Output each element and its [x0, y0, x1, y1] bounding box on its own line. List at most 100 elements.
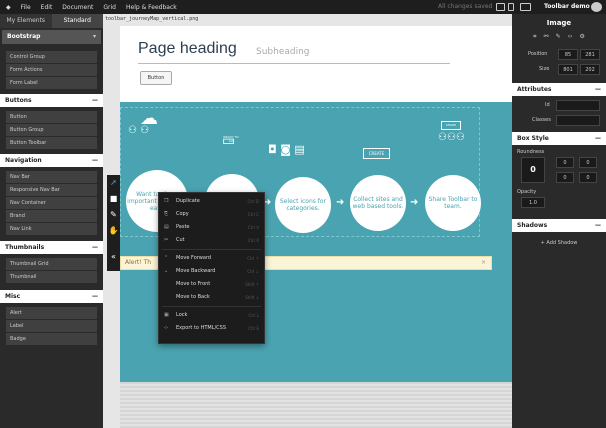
opacity-label: Opacity	[517, 189, 537, 195]
settings-icon[interactable]: ⚙	[579, 33, 584, 41]
menu-help[interactable]: Help & Feedback	[126, 4, 177, 11]
menu-item-cut[interactable]: ✂ Cut Ctrl X	[159, 234, 264, 247]
list-item[interactable]: Form Label	[6, 77, 97, 89]
menu-item-duplicate[interactable]: ❐ Duplicate Ctrl D	[159, 195, 264, 208]
list-item[interactable]: Badge	[6, 333, 97, 345]
code-icon[interactable]: ‹›	[568, 33, 573, 41]
menu-item-move-forward[interactable]: ⌃ Move Forward Ctrl ↑	[159, 252, 264, 265]
menu-item-copy[interactable]: ⎘ Copy Ctrl C	[159, 208, 264, 221]
desktop-view-icon[interactable]	[496, 3, 505, 11]
alert-text: Alert! Th	[125, 259, 152, 266]
list-item[interactable]: Form Actions	[6, 64, 97, 76]
list-item[interactable]: Control Group	[6, 51, 97, 63]
create-badge: CREATE	[363, 148, 390, 159]
list-item[interactable]: Label	[6, 320, 97, 332]
list-item[interactable]: Nav Container	[6, 197, 97, 209]
collapse-icon[interactable]: —	[595, 132, 601, 145]
id-field[interactable]	[556, 100, 600, 111]
list-item[interactable]: Button Group	[6, 124, 97, 136]
section-navigation[interactable]: Navigation —	[0, 154, 103, 167]
list-item[interactable]: Brand	[6, 210, 97, 222]
list-item[interactable]: Nav Bar	[6, 171, 97, 183]
tab-standard[interactable]: Standard	[51, 14, 103, 28]
id-label: Id	[545, 102, 550, 108]
tablet-view-icon[interactable]	[508, 3, 514, 11]
monitor-view-icon[interactable]	[520, 3, 531, 11]
box-style-header[interactable]: Box Style —	[512, 132, 606, 145]
shortcut: Ctrl ↓	[247, 269, 259, 274]
move-backward-icon: ⌄	[164, 268, 169, 274]
menu-item-move-backward[interactable]: ⌄ Move Backward Ctrl ↓	[159, 265, 264, 278]
corner-field[interactable]: 0	[579, 157, 597, 168]
crop-icon[interactable]: ⌗	[533, 33, 536, 41]
collapse-icon[interactable]: —	[595, 219, 601, 232]
tab-my-elements[interactable]: My Elements	[0, 14, 52, 28]
position-row: Position 85 281	[512, 47, 606, 62]
shadows-header[interactable]: Shadows —	[512, 219, 606, 232]
shortcut: Shift ↑	[245, 282, 259, 287]
collapse-icon[interactable]: —	[92, 94, 98, 107]
corner-field[interactable]: 0	[556, 157, 574, 168]
menu-item-move-to-back[interactable]: Move to Back Shift ↓	[159, 291, 264, 304]
add-shadow-button[interactable]: + Add Shadow	[512, 232, 606, 246]
section-buttons[interactable]: Buttons —	[0, 94, 103, 107]
chat-icon[interactable]	[591, 2, 602, 12]
list-item[interactable]: Thumbnail	[6, 271, 97, 283]
list-item[interactable]: Alert	[6, 307, 97, 319]
shortcut: Shift ↓	[245, 295, 259, 300]
corner-field[interactable]: 0	[556, 172, 574, 183]
menu-grid[interactable]: Grid	[103, 4, 116, 11]
menu-file[interactable]: File	[21, 4, 31, 11]
width-field[interactable]: 801	[558, 64, 578, 75]
canvas-button[interactable]: Button	[140, 71, 172, 85]
hand-icon[interactable]: ✋	[107, 223, 120, 239]
export-icon: ‹›	[164, 325, 168, 331]
edit-icon[interactable]: ✎	[556, 33, 561, 41]
page-heading[interactable]: Page heading	[138, 40, 237, 58]
collapse-icon[interactable]: —	[92, 241, 98, 254]
framework-select[interactable]: Bootstrap	[2, 30, 101, 44]
position-y-field[interactable]: 281	[580, 49, 600, 60]
position-x-field[interactable]: 85	[558, 49, 578, 60]
collapse-left-icon[interactable]: «	[107, 249, 120, 265]
list-item[interactable]: Nav Link	[6, 223, 97, 235]
collapse-icon[interactable]: —	[92, 154, 98, 167]
page-subheading[interactable]: Subheading	[256, 47, 310, 57]
menu-item-move-to-front[interactable]: Move to Front Shift ↑	[159, 278, 264, 291]
categories-icon: ◘ ◙ ▤	[268, 143, 305, 156]
classes-row: Classes	[512, 113, 606, 128]
menu-item-paste[interactable]: ▤ Paste Ctrl V	[159, 221, 264, 234]
link-icon[interactable]: ⚯	[544, 33, 549, 41]
project-name[interactable]: Toolbar demo	[544, 3, 590, 10]
close-icon[interactable]: ×	[481, 257, 486, 269]
menu-edit[interactable]: Edit	[41, 4, 53, 11]
menu-item-label: Cut	[176, 237, 185, 243]
team-icon: ⚇⚇⚇	[438, 132, 465, 143]
corner-field[interactable]: 0	[579, 172, 597, 183]
divider	[138, 63, 450, 64]
section-thumbnails[interactable]: Thumbnails —	[0, 241, 103, 254]
collapse-icon[interactable]: —	[92, 290, 98, 303]
pen-icon[interactable]: ✎	[107, 207, 120, 223]
menu-item-export[interactable]: ‹› Export to HTML/CSS Ctrl E	[159, 322, 264, 335]
size-label: Size	[539, 66, 550, 72]
attributes-header[interactable]: Attributes —	[512, 83, 606, 96]
section-misc[interactable]: Misc —	[0, 290, 103, 303]
collapse-icon[interactable]: —	[595, 83, 601, 96]
pointer-icon[interactable]: ➚	[107, 175, 120, 191]
opacity-field[interactable]: 1.0	[521, 197, 545, 208]
list-item[interactable]: Responsive Nav Bar	[6, 184, 97, 196]
classes-field[interactable]	[556, 115, 600, 126]
roundness-field[interactable]: 0	[521, 157, 545, 183]
height-field[interactable]: 202	[580, 64, 600, 75]
canvas-footer-area	[120, 382, 512, 428]
menu-document[interactable]: Document	[62, 4, 93, 11]
menu-item-lock[interactable]: ▣ Lock Ctrl L	[159, 309, 264, 322]
shortcut: Ctrl X	[247, 238, 259, 243]
rectangle-icon[interactable]: ■	[107, 191, 120, 207]
list-item[interactable]: Button Toolbar	[6, 137, 97, 149]
list-item[interactable]: Button	[6, 111, 97, 123]
app-menu-icon[interactable]: ◆	[6, 4, 11, 11]
list-item[interactable]: Thumbnail Grid	[6, 258, 97, 270]
lock-icon: ▣	[164, 312, 169, 318]
